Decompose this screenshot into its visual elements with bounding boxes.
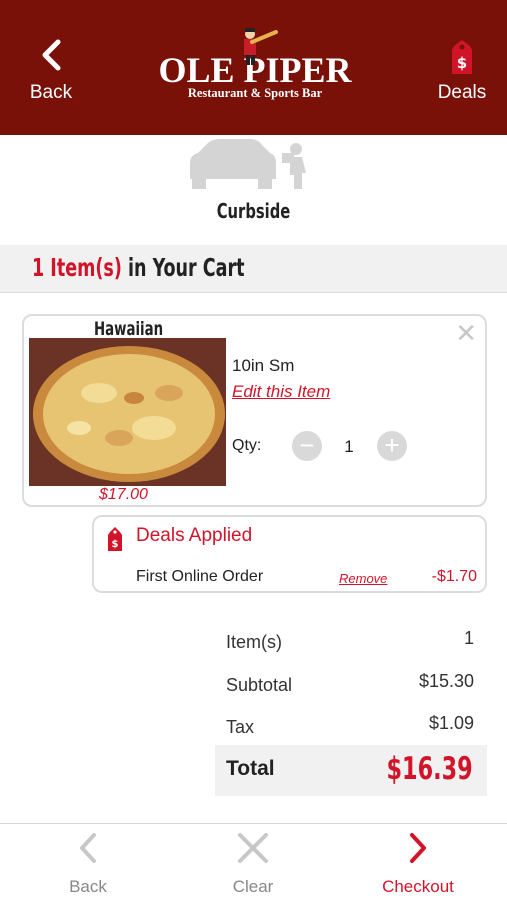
summary-subtotal-label: Subtotal <box>226 675 293 695</box>
cart-title: 1 Item(s) in Your Cart <box>32 253 245 282</box>
back-label: Back <box>69 877 107 896</box>
restaurant-logo: OLE PIPER Restaurant & Sports Bar <box>150 28 360 110</box>
deals-applied-card: $ Deals Applied First Online Order Remov… <box>92 515 487 593</box>
summary-total-label: Total <box>226 757 275 780</box>
app-header: Back OLE PIPER Restaurant & Sports Bar $… <box>0 0 507 135</box>
summary-tax-value: $1.09 <box>428 713 474 733</box>
summary-subtotal-row: Subtotal $15.30 <box>226 671 474 705</box>
deal-amount: -$1.70 <box>431 568 477 585</box>
back-button[interactable]: Back <box>28 832 148 897</box>
header-deals-button[interactable]: $ Deals <box>417 38 507 104</box>
chevron-right-icon <box>410 833 426 863</box>
summary-total-row: Total $16.39 <box>215 745 487 796</box>
chevron-left-icon <box>42 39 61 71</box>
item-size: 10in Sm <box>232 356 295 375</box>
bottom-nav: Back Clear Checkout <box>0 823 507 900</box>
item-name: Hawaiian <box>94 318 164 340</box>
summary-items-value: 1 <box>463 628 474 648</box>
close-icon[interactable]: ✕ <box>455 320 477 346</box>
deal-name: First Online Order <box>136 568 264 585</box>
header-back-button[interactable]: Back <box>6 38 96 104</box>
order-type-label: Curbside <box>216 199 291 223</box>
piper-mascot-icon <box>244 28 278 65</box>
clear-label: Clear <box>232 877 274 896</box>
cart-title-bar: 1 Item(s) in Your Cart <box>0 245 507 293</box>
qty-value: 1 <box>344 437 354 456</box>
summary-total-value: $16.39 <box>386 751 473 787</box>
pizza-image <box>29 338 226 486</box>
item-photo <box>29 338 226 486</box>
chevron-left-icon <box>80 833 96 863</box>
deals-applied-title: Deals Applied <box>136 525 253 546</box>
edit-item-link[interactable]: Edit this Item <box>232 382 330 402</box>
minus-icon: − <box>299 430 315 460</box>
summary-items-label: Item(s) <box>226 632 282 652</box>
qty-label: Qty: <box>232 437 262 454</box>
cart-title-text: in Your Cart <box>127 253 245 282</box>
clear-button[interactable]: Clear <box>193 832 313 897</box>
cart-item-card: Hawaiian $17.00 ✕ 10in Sm Edit this Item… <box>22 314 487 507</box>
summary-subtotal-value: $15.30 <box>418 671 474 691</box>
summary-items-row: Item(s) 1 <box>226 628 474 662</box>
plus-icon: + <box>384 430 400 460</box>
summary-tax-label: Tax <box>226 717 255 737</box>
header-back-label: Back <box>29 82 73 103</box>
price-tag-dollar-icon: $ <box>108 527 122 551</box>
qty-decrease-button[interactable]: − <box>292 431 322 461</box>
header-deals-label: Deals <box>437 82 487 103</box>
car-curbside-icon <box>190 139 306 189</box>
qty-increase-button[interactable]: + <box>377 431 407 461</box>
checkout-button[interactable]: Checkout <box>358 832 478 897</box>
cart-item-count: 1 Item(s) <box>32 253 122 282</box>
summary-tax-row: Tax $1.09 <box>226 713 474 747</box>
checkout-label: Checkout <box>382 877 454 896</box>
order-type-section: Curbside <box>0 135 507 245</box>
svg-text:$: $ <box>457 54 467 72</box>
item-price: $17.00 <box>99 486 148 503</box>
svg-text:$: $ <box>112 539 119 550</box>
close-icon <box>238 833 268 863</box>
deal-remove-link[interactable]: Remove <box>339 571 387 586</box>
price-tag-dollar-icon: $ <box>452 40 472 74</box>
